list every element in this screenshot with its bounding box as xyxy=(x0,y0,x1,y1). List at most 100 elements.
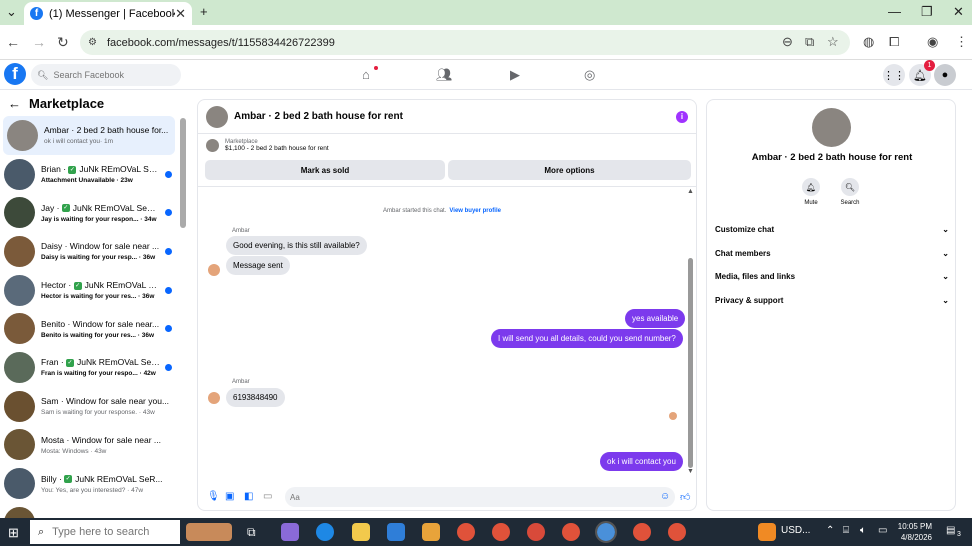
emoji-icon[interactable]: ☺ xyxy=(660,491,670,502)
conversation-item[interactable]: Sam · Window for sale near you... Sam is … xyxy=(0,387,178,426)
sidebar-scrollbar[interactable] xyxy=(180,118,186,228)
reload-icon[interactable]: ↻ xyxy=(57,34,69,51)
chat-title[interactable]: Ambar · 2 bed 2 bath house for rent xyxy=(234,111,403,122)
task-view-icon[interactable]: ⧉ xyxy=(247,525,256,540)
mark-as-sold-button[interactable]: Mark as sold xyxy=(205,160,445,180)
chrome-profile-2-icon[interactable] xyxy=(492,523,510,541)
notification-center-icon[interactable]: ▤ xyxy=(946,525,955,536)
restore-icon[interactable]: ❐ xyxy=(921,4,933,20)
forward-icon[interactable]: → xyxy=(32,34,46,50)
edge-icon[interactable] xyxy=(316,523,334,541)
chat-scrollbar[interactable] xyxy=(688,258,693,468)
bookmark-star-icon[interactable]: ☆ xyxy=(827,34,839,50)
scroll-up-arrow-icon[interactable]: ▲ xyxy=(687,188,694,195)
minimize-icon[interactable]: — xyxy=(888,4,901,19)
chrome-profile-5-icon[interactable] xyxy=(633,523,651,541)
chrome-active-icon[interactable] xyxy=(595,521,617,543)
thumbs-up-icon[interactable]: 👍︎ xyxy=(680,491,690,503)
sender-avatar[interactable] xyxy=(208,264,220,276)
battery-icon[interactable]: ▭ xyxy=(878,525,887,536)
conversation-item[interactable]: Billy · ✓ JuNk REmOVaL SeR... You: Yes, ar… xyxy=(0,464,178,503)
conversation-item[interactable]: Hissam · Window for sale near ... xyxy=(0,503,178,518)
network-icon[interactable]: ⌸ xyxy=(843,525,849,536)
chrome-menu-icon[interactable]: ⋮ xyxy=(955,34,968,50)
back-icon[interactable]: ← xyxy=(6,34,20,50)
taskbar-search[interactable]: ⌕ xyxy=(30,520,180,544)
message-bubble-outgoing[interactable]: yes available xyxy=(625,309,686,328)
weather-widget-icon[interactable] xyxy=(186,523,232,541)
address-bar[interactable]: ⚙ facebook.com/messages/t/11558344267223… xyxy=(80,30,850,55)
chrome-profile-4-icon[interactable] xyxy=(562,523,580,541)
info-icon[interactable]: i xyxy=(676,111,688,123)
profile-icon[interactable]: ◉ xyxy=(927,34,938,50)
friends-icon[interactable]: 👥︎ xyxy=(436,67,453,83)
search-button[interactable]: 🔍︎ Search xyxy=(835,178,865,206)
message-bubble-incoming[interactable]: 6193848490 xyxy=(226,388,285,407)
show-hidden-icons-icon[interactable]: ⌃ xyxy=(826,525,834,536)
facebook-search[interactable]: 🔍︎ xyxy=(31,64,181,86)
account-avatar[interactable]: ● xyxy=(934,64,956,86)
conversation-item[interactable]: Benito · Window for sale near... Benito i… xyxy=(0,309,178,348)
store-icon[interactable] xyxy=(422,523,440,541)
zoom-icon[interactable]: ⊖ xyxy=(782,34,793,50)
chrome-profile-6-icon[interactable] xyxy=(668,523,686,541)
sender-avatar[interactable] xyxy=(208,392,220,404)
message-input[interactable] xyxy=(285,487,675,507)
currency-text[interactable]: USD... xyxy=(781,525,810,536)
system-clock[interactable]: 10:05 PM 4/8/2026 xyxy=(896,521,932,543)
privacy-support-row[interactable]: Privacy & support ⌄ xyxy=(715,296,949,305)
facebook-search-input[interactable] xyxy=(53,70,174,80)
menu-grid-icon[interactable]: ⋮⋮ xyxy=(883,64,905,86)
browser-tab[interactable]: f (1) Messenger | Facebook ✕ xyxy=(24,2,192,25)
install-app-icon[interactable]: ⧉ xyxy=(805,34,814,50)
listing-info[interactable]: Marketplace $1,100 - 2 bed 2 bath house … xyxy=(206,139,329,152)
groups-icon[interactable]: ◎ xyxy=(584,67,595,83)
message-bubble-outgoing[interactable]: I will send you all details, could you s… xyxy=(491,329,683,348)
extensions-icon[interactable]: ⧠ xyxy=(889,34,899,50)
chat-members-row[interactable]: Chat members ⌄ xyxy=(715,249,949,258)
volume-icon[interactable]: 🔈︎ xyxy=(860,525,866,536)
new-tab-icon[interactable]: + xyxy=(200,4,208,19)
conversation-item[interactable]: Ambar · 2 bed 2 bath house for... ok i wi… xyxy=(3,116,175,155)
close-tab-icon[interactable]: ✕ xyxy=(175,6,186,22)
chrome-profile-1-icon[interactable] xyxy=(457,523,475,541)
search-icon: 🔍︎ xyxy=(37,69,49,80)
message-bubble-outgoing[interactable]: ok i will contact you xyxy=(600,452,683,471)
video-icon[interactable]: ▶ xyxy=(510,67,520,83)
conversation-item[interactable]: Brian · ✓ JuNk REmOVaL SeR... Attachment U… xyxy=(0,155,178,194)
media-files-links-row[interactable]: Media, files and links ⌄ xyxy=(715,272,949,281)
message-bubble-incoming[interactable]: Message sent xyxy=(226,256,290,275)
chat-avatar[interactable] xyxy=(206,105,228,128)
message-bubble-incoming[interactable]: Good evening, is this still available? xyxy=(226,236,367,255)
tab-search-icon[interactable]: ⌄ xyxy=(6,4,17,20)
conversation-item[interactable]: Jay · ✓ JuNk REmOVaL SeRVi... Jay is waiti… xyxy=(0,193,178,232)
outlook-icon[interactable] xyxy=(387,523,405,541)
sticker-icon[interactable]: ◧ xyxy=(244,491,253,502)
site-info-icon[interactable]: ⚙ xyxy=(88,37,97,48)
scroll-down-arrow-icon[interactable]: ▼ xyxy=(687,468,694,475)
file-explorer-icon[interactable] xyxy=(352,523,370,541)
currency-widget-icon[interactable] xyxy=(758,523,776,541)
back-arrow-icon[interactable]: ← xyxy=(8,96,21,111)
extension-globe-icon[interactable]: ◍ xyxy=(863,34,874,50)
conversation-item[interactable]: Mosta · Window for sale near ... Mosta: W… xyxy=(0,426,178,465)
facebook-logo-icon[interactable]: f xyxy=(4,63,26,85)
photo-icon[interactable]: ▣ xyxy=(225,491,234,502)
conversation-item[interactable]: Daisy · Window for sale near ... Daisy is… xyxy=(0,232,178,271)
windows-start-icon[interactable]: ⊞ xyxy=(8,525,19,541)
conversation-item[interactable]: Fran · ✓ JuNk REmOVaL SeR... Fran is waiti… xyxy=(0,348,178,387)
copilot-icon[interactable] xyxy=(281,523,299,541)
mute-button[interactable]: 🔔︎ Mute xyxy=(796,178,826,206)
chrome-profile-3-icon[interactable] xyxy=(527,523,545,541)
customize-chat-row[interactable]: Customize chat ⌄ xyxy=(715,225,949,234)
contact-avatar[interactable] xyxy=(812,108,851,147)
microphone-icon[interactable]: 🎙︎ xyxy=(207,491,220,502)
notifications-bell-icon[interactable]: 🔔︎ 1 xyxy=(909,60,935,86)
home-icon[interactable]: ⌂ xyxy=(362,67,370,82)
view-buyer-profile-link[interactable]: View buyer profile xyxy=(449,208,501,214)
close-window-icon[interactable]: ✕ xyxy=(953,4,964,20)
gif-icon[interactable]: ▭ xyxy=(263,491,272,502)
more-options-button[interactable]: More options xyxy=(448,160,691,180)
taskbar-search-input[interactable] xyxy=(52,526,163,538)
conversation-item[interactable]: Hector · ✓ JuNk REmOVaL Se... Hector is wa… xyxy=(0,271,178,310)
